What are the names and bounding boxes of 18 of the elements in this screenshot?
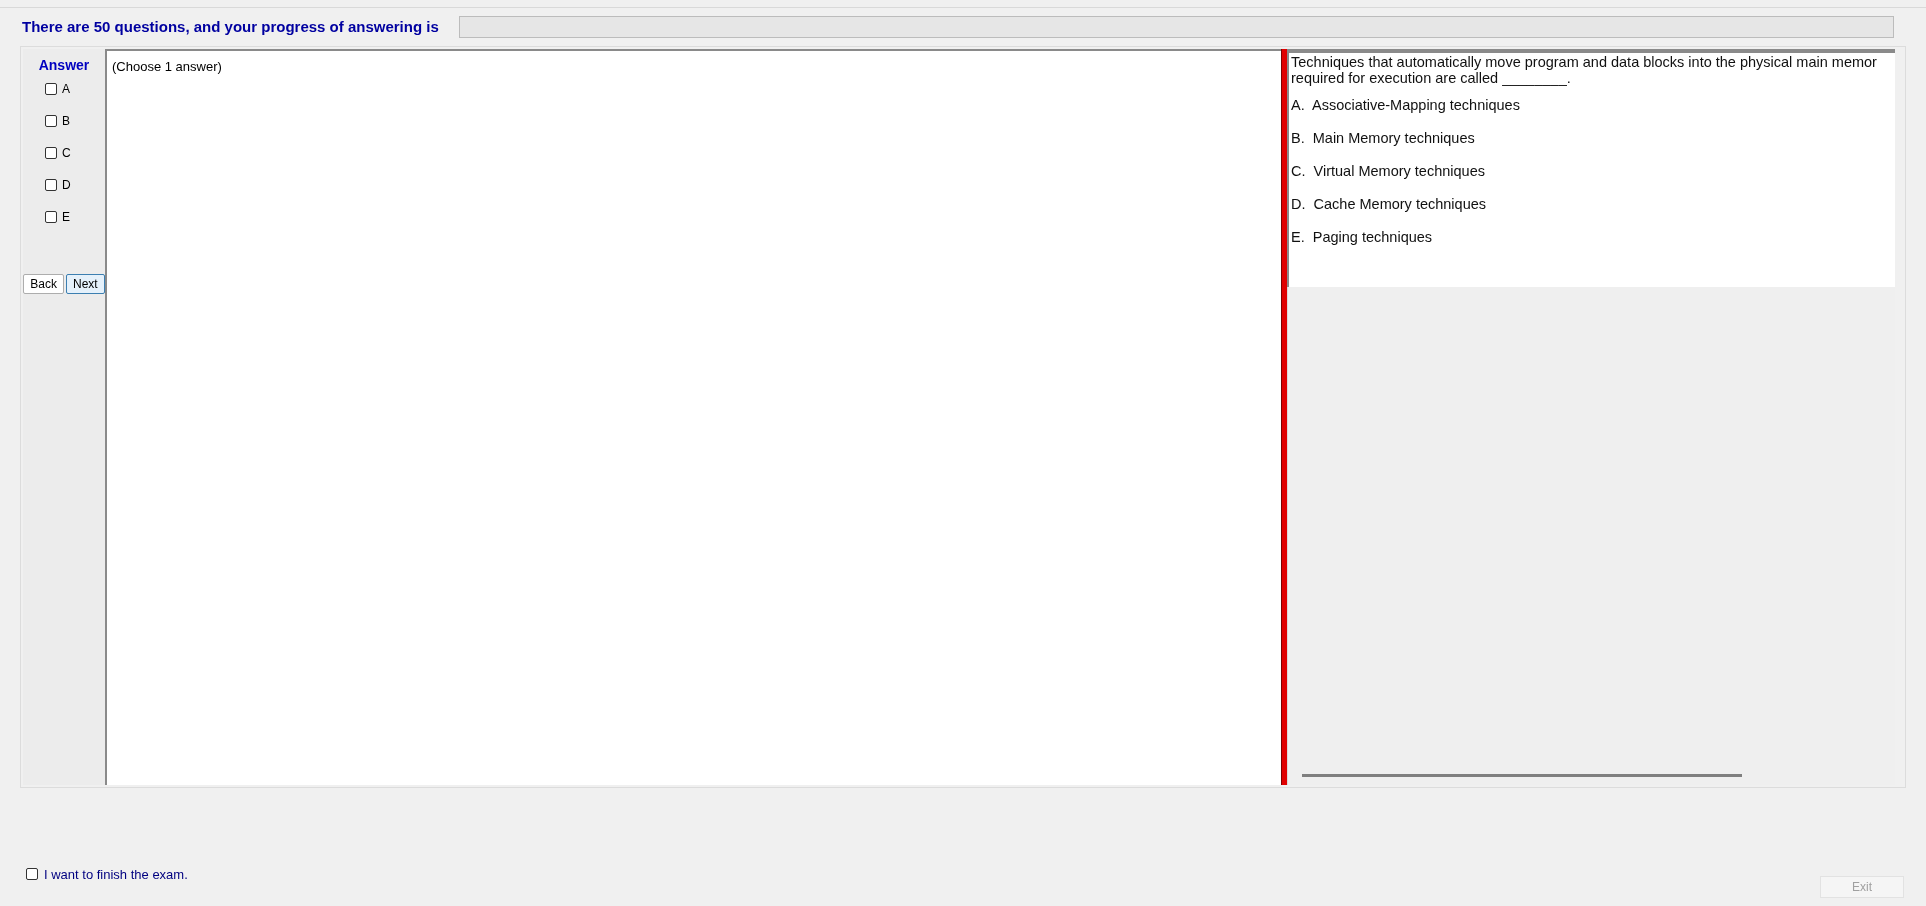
answer-choice: B. Main Memory techniques — [1291, 129, 1476, 147]
answer-checkbox[interactable]: E — [45, 208, 71, 226]
answer-checkbox[interactable]: D — [45, 176, 71, 194]
answer-choice: A. Associative-Mapping techniques — [1291, 96, 1521, 114]
scrollbar[interactable] — [1302, 774, 1742, 777]
answer-choice: E. Paging techniques — [1291, 228, 1434, 246]
finish-exam-checkbox[interactable]: I want to finish the exam. — [26, 864, 188, 884]
answer-choice: C. Virtual Memory techniques — [1291, 162, 1486, 180]
answer-checkbox[interactable]: B — [45, 112, 71, 130]
next-button[interactable]: Next — [66, 274, 105, 294]
answer-heading: Answer — [38, 56, 90, 75]
answer-checkbox[interactable]: A — [45, 80, 71, 98]
answer-checkbox[interactable]: C — [45, 144, 71, 162]
back-button[interactable]: Back — [23, 274, 64, 294]
progress-label: There are 50 questions, and your progress of answering is — [22, 16, 439, 37]
answer-hint: (Choose 1 answer) — [112, 59, 222, 74]
answer-choice: D. Cache Memory techniques — [1291, 195, 1488, 213]
question-text: Techniques that automatically move program and data blocks into the physical main memor required for execution are called ________. — [1291, 54, 1878, 86]
